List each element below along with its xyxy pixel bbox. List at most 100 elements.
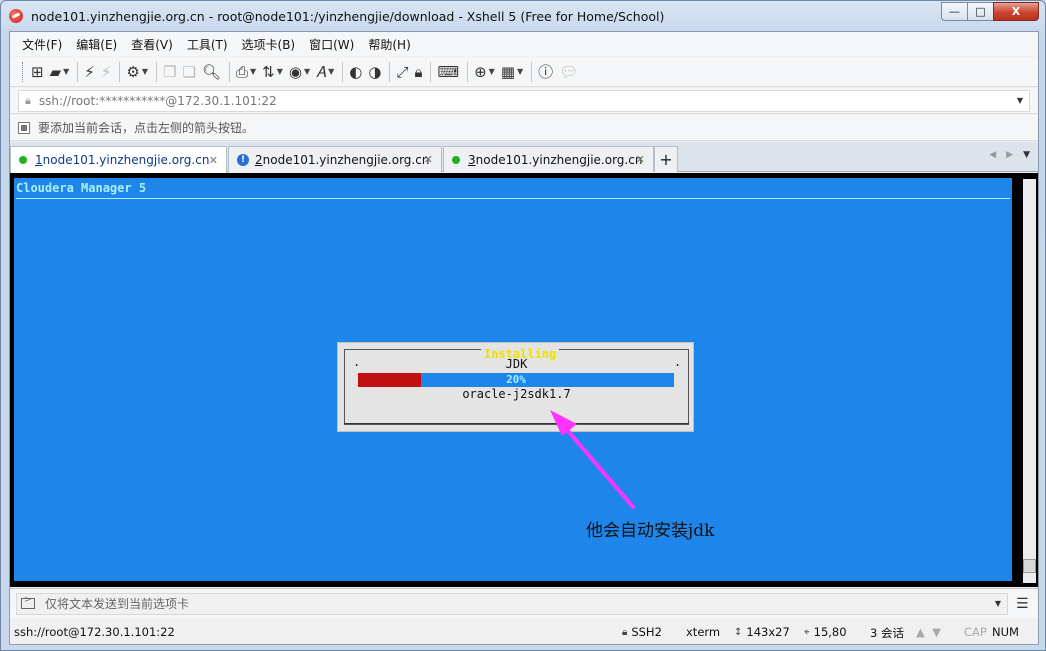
globe-icon: ◉ [288, 62, 302, 81]
chevron-down-icon: ▼ [63, 67, 70, 76]
chevron-down-icon: ▼ [328, 67, 335, 76]
scrollbar-track[interactable] [1023, 179, 1036, 583]
tab-list-icon[interactable]: ▼ [1023, 150, 1030, 160]
status-connection: ssh://root@172.30.1.101:22 [14, 625, 175, 639]
layout-icon: ▦ [500, 62, 516, 81]
tab-session-1[interactable]: 1 node101.yinzhengjie.org.cn ✕ [10, 146, 227, 173]
menu-window[interactable]: 窗口(W) [309, 36, 354, 53]
status-size: ↕ 143x27 [734, 625, 790, 639]
tab-navigation: ◀ ▶ ▼ [989, 150, 1030, 160]
help-icon: ⓘ [538, 62, 554, 81]
menu-help[interactable]: 帮助(H) [368, 36, 410, 53]
properties-button[interactable]: ⚙ ▼ [126, 64, 148, 80]
menu-bar: 文件(F) 编辑(E) 查看(V) 工具(T) 选项卡(B) 窗口(W) 帮助(… [10, 32, 1038, 56]
disconnect-icon: ⚡ [100, 62, 112, 81]
maximize-button[interactable]: □ [967, 2, 993, 21]
arrow-down-icon[interactable]: ▼ [932, 625, 941, 639]
close-tab-icon[interactable]: ✕ [424, 153, 433, 166]
terminal-scrollbar[interactable] [1020, 173, 1038, 587]
xshell-window: node101.yinzhengjie.org.cn - root@node10… [0, 0, 1046, 651]
session-bar-icon[interactable] [18, 121, 30, 134]
find-button[interactable]: 🔍︎ [202, 64, 221, 80]
hamburger-menu-icon[interactable]: ☰ [1016, 596, 1029, 612]
toolbar-grip[interactable] [22, 61, 25, 82]
address-input[interactable]: 🔒︎ ssh://root:***********@172.30.1.101:2… [18, 89, 1030, 112]
xftp-icon: ◐ [349, 62, 363, 81]
annotation-text: 他会自动安装jdk [586, 521, 715, 541]
status-protocol-label: SSH2 [631, 625, 662, 639]
menu-file[interactable]: 文件(F) [22, 36, 62, 53]
fullscreen-button[interactable]: ⤢ [396, 64, 408, 80]
font-button[interactable]: 𝐴 ▼ [316, 64, 334, 80]
compose-input[interactable]: 仅将文本发送到当前选项卡 ▼ [16, 592, 1008, 615]
tab-prev-icon[interactable]: ◀ [989, 150, 996, 160]
status-num: NUM [992, 625, 1019, 639]
close-tab-icon[interactable]: ✕ [209, 154, 218, 167]
chevron-down-icon: ▼ [249, 67, 257, 76]
toolbar: ⊞ ▰ ▼ ⚡ ⚡ ⚙ ▼ ❐ ❏ 🔍︎ ⎙ ▼ ⇅ ▼ ◉ ▼ 𝐴 ▼ ◐ ◑ ⤢ 🔒︎ … [10, 57, 1038, 87]
open-session-button[interactable]: ▰ ▼ [50, 64, 70, 80]
scrollbar-thumb[interactable] [1023, 559, 1036, 573]
toolbar-divider [77, 61, 79, 82]
status-size-label: 143x27 [746, 625, 790, 639]
new-tab-button[interactable]: ⊕ ▼ [474, 64, 495, 80]
xftp-button[interactable]: ◐ [349, 64, 362, 80]
tab-label: node101.yinzhengjie.org.cn [475, 152, 643, 167]
new-session-button[interactable]: ⊞ [31, 64, 44, 80]
tab-session-3[interactable]: 3 node101.yinzhengjie.org.cn ✕ [443, 146, 654, 172]
terminal-icon [21, 595, 35, 609]
status-protocol: 🔒︎ SSH2 [622, 625, 662, 639]
compose-bar: 仅将文本发送到当前选项卡 ▼ ☰ [10, 588, 1038, 618]
terminal-area[interactable]: Cloudera Manager 5 Installing . . JDK 20… [10, 173, 1020, 587]
menu-tools[interactable]: 工具(T) [187, 36, 228, 53]
session-nav-arrows[interactable]: ▲ ▼ [916, 625, 941, 639]
plus-icon: + [659, 150, 673, 169]
minimize-button[interactable]: — [941, 2, 967, 21]
print-button[interactable]: ⎙ ▼ [236, 64, 256, 80]
chat-button[interactable]: 💬︎ [559, 64, 578, 80]
close-tab-icon[interactable]: ✕ [636, 153, 645, 166]
lock-icon: 🔒︎ [622, 626, 628, 638]
window-controls: — □ X [941, 2, 1039, 21]
address-bar: 🔒︎ ssh://root:***********@172.30.1.101:2… [10, 88, 1038, 114]
close-button[interactable]: X [993, 2, 1039, 21]
add-tab-icon: ⊕ [474, 62, 487, 81]
chevron-down-icon[interactable]: ▼ [995, 599, 1001, 608]
menu-tabs[interactable]: 选项卡(B) [242, 36, 296, 53]
session-hint-text: 要添加当前会话，点击左侧的箭头按钮。 [38, 121, 255, 135]
title-bar[interactable]: node101.yinzhengjie.org.cn - root@node10… [1, 1, 1045, 31]
add-tab-button[interactable]: + [654, 146, 678, 172]
tab-session-2[interactable]: ! 2 node101.yinzhengjie.org.cn ✕ [228, 146, 442, 172]
toolbar-divider [467, 61, 469, 82]
status-bar: ssh://root@172.30.1.101:22 🔒︎ SSH2 xterm … [10, 620, 1038, 644]
compose-placeholder: 仅将文本发送到当前选项卡 [45, 597, 190, 611]
annotation-arrow [550, 410, 636, 510]
layout-button[interactable]: ▦ ▼ [501, 64, 523, 80]
new-session-icon: ⊞ [31, 62, 44, 81]
connect-button[interactable]: ⚡ [84, 64, 95, 80]
toolbar-divider [119, 61, 121, 82]
terminal-screen[interactable]: Cloudera Manager 5 Installing . . JDK 20… [14, 178, 1012, 581]
menu-edit[interactable]: 编辑(E) [76, 36, 117, 53]
encoding-button[interactable]: ◉ ▼ [289, 64, 310, 80]
menu-view[interactable]: 查看(V) [131, 36, 173, 53]
disconnect-button[interactable]: ⚡ [101, 64, 112, 80]
arrow-up-icon[interactable]: ▲ [916, 625, 925, 639]
tab-number: 3 [468, 152, 476, 167]
session-hint-bar: 要添加当前会话，点击左侧的箭头按钮。 [10, 115, 1038, 141]
keyboard-button[interactable]: ⌨ [437, 64, 459, 80]
toolbar-divider [531, 61, 533, 82]
tab-next-icon[interactable]: ▶ [1006, 150, 1013, 160]
chevron-down-icon[interactable]: ▼ [1017, 96, 1023, 105]
connected-status-icon [19, 156, 27, 164]
keyboard-icon: ⌨ [437, 62, 460, 81]
help-button[interactable]: ⓘ [538, 64, 553, 80]
app-body: 文件(F) 编辑(E) 查看(V) 工具(T) 选项卡(B) 窗口(W) 帮助(… [9, 31, 1039, 645]
tab-label: node101.yinzhengjie.org.cn [262, 152, 430, 167]
copy-button[interactable]: ❐ [163, 64, 176, 80]
paste-button[interactable]: ❏ [182, 64, 195, 80]
xmanager-button[interactable]: ◑ [368, 64, 381, 80]
transfer-button[interactable]: ⇅ ▼ [262, 64, 283, 80]
lock-button[interactable]: 🔒︎ [414, 64, 422, 80]
transfer-icon: ⇅ [262, 62, 275, 81]
